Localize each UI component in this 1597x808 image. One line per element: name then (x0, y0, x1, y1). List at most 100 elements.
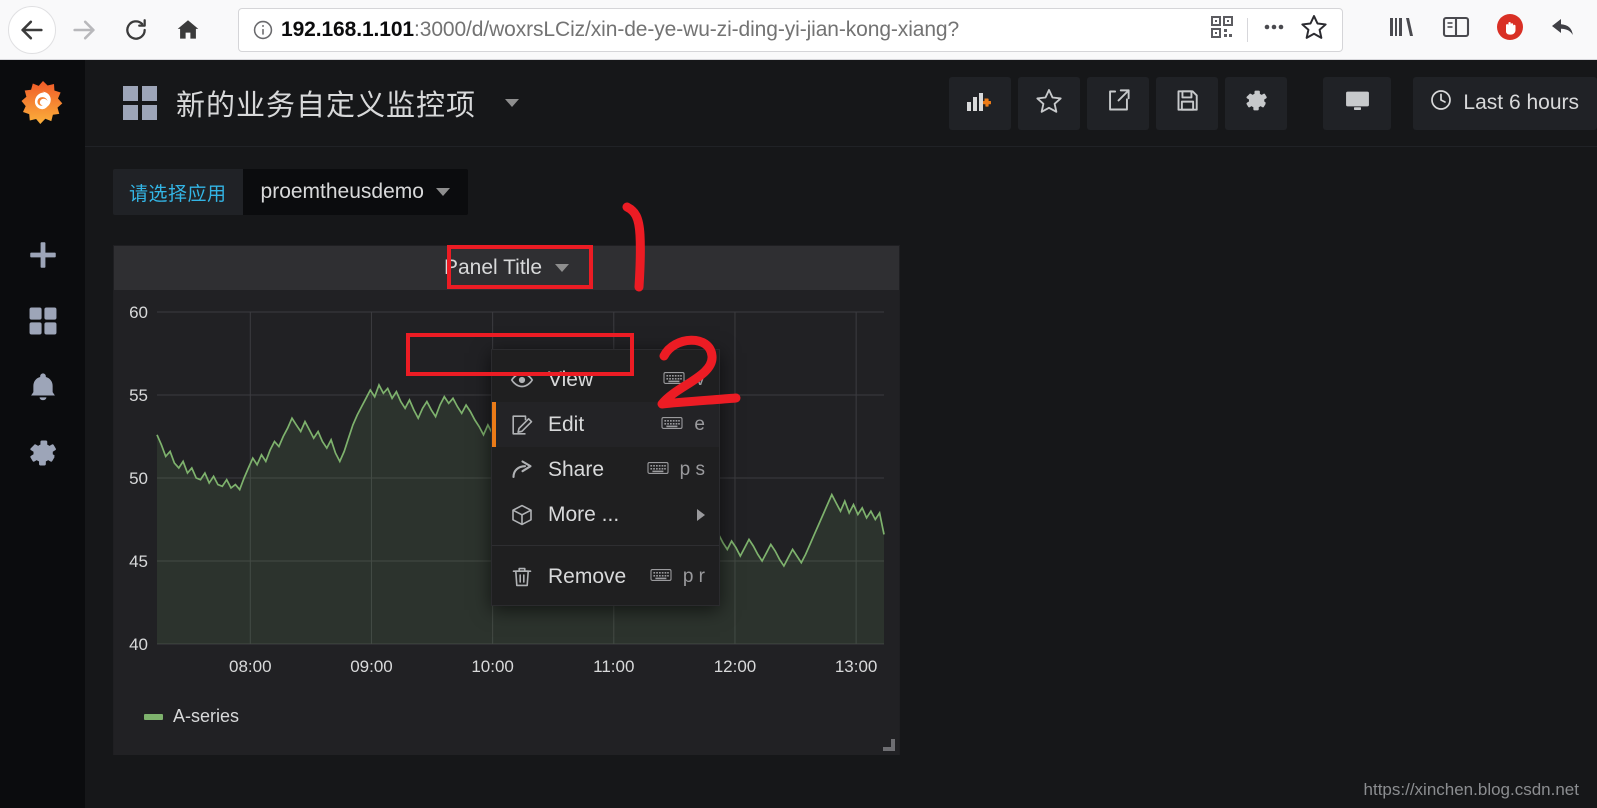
dashboard-settings-button[interactable] (1225, 76, 1288, 130)
dashboard-grid-icon (123, 86, 157, 120)
browser-toolbar: 192.168.1.101:3000/d/woxrsLCiz/xin-de-ye… (0, 0, 1597, 60)
panel-menu-item-share[interactable]: Share p s (492, 447, 719, 492)
y-tick-label: 55 (129, 386, 148, 405)
panel-title: Panel Title (443, 256, 543, 279)
time-range-picker[interactable]: Last 6 hours (1413, 76, 1597, 130)
browser-nav-buttons (0, 5, 212, 54)
x-tick-label: 10:00 (471, 657, 514, 676)
legend-series-label: A-series (173, 706, 240, 726)
dashboard-nav: 新的业务自定义监控项 Last 6 hours (85, 60, 1597, 147)
save-dashboard-button[interactable] (1156, 76, 1219, 130)
annotation-number-2 (657, 335, 741, 409)
add-panel-icon (965, 88, 995, 119)
add-panel-button[interactable] (949, 76, 1012, 130)
grafana-app: 新的业务自定义监控项 Last 6 hours 请选择应用 proemtheus… (0, 60, 1597, 808)
panel-menu-item-remove[interactable]: Remove p r (492, 554, 719, 599)
grafana-logo[interactable] (0, 60, 85, 146)
keyboard-icon (647, 459, 669, 481)
keyboard-icon (650, 566, 672, 588)
sidebar-item-dashboards[interactable] (0, 290, 85, 356)
reload-button[interactable] (112, 6, 160, 54)
shortcut-keys: p r (682, 565, 705, 587)
dashboard-container: 新的业务自定义监控项 Last 6 hours 请选择应用 proemtheus… (85, 60, 1597, 808)
cube-icon (510, 503, 548, 527)
variable-label: 请选择应用 (113, 169, 243, 215)
home-button[interactable] (164, 6, 212, 54)
sidebar-item-alerting[interactable] (0, 356, 85, 422)
browser-extensions (1387, 12, 1597, 47)
undo-arrow-icon[interactable] (1549, 13, 1579, 46)
forward-button (60, 6, 108, 54)
dashboard-submenu: 请选择应用 proemtheusdemo (85, 147, 1597, 215)
clock-icon (1429, 88, 1453, 118)
panel-resize-handle[interactable] (883, 739, 895, 751)
trash-icon (510, 565, 548, 589)
variable-app: 请选择应用 proemtheusdemo (113, 169, 468, 215)
y-tick-label: 45 (129, 552, 148, 571)
panel-header: Panel Title (114, 246, 899, 290)
pencil-edit-icon (510, 413, 548, 437)
panel-menu-item-label: Remove (548, 564, 627, 588)
sidebar-icon[interactable] (1441, 14, 1471, 45)
chevron-down-icon (435, 188, 450, 196)
qr-code-icon[interactable] (1210, 15, 1234, 44)
variable-value-dropdown[interactable]: proemtheusdemo (242, 169, 468, 215)
side-menu (0, 60, 85, 808)
chevron-down-icon (555, 264, 570, 272)
adblock-shield-icon[interactable] (1495, 12, 1525, 47)
share-arrow-icon (510, 458, 548, 482)
bell-icon (26, 370, 60, 409)
monitor-tv-icon (1342, 87, 1373, 120)
y-tick-label: 50 (129, 469, 148, 488)
url-path: :3000/d/woxrsLCiz/xin-de-ye-wu-zi-ding-y… (414, 17, 960, 41)
variable-value-text: proemtheusdemo (260, 180, 424, 203)
panel-menu-item-label: More ... (548, 502, 620, 526)
sidebar-item-create[interactable] (0, 224, 85, 290)
page-title: 新的业务自定义监控项 (176, 90, 477, 122)
url-host: 192.168.1.101 (281, 17, 414, 41)
x-tick-label: 08:00 (229, 657, 272, 676)
shortcut-keys: p s (679, 458, 705, 480)
x-tick-label: 13:00 (835, 657, 878, 676)
panel-title-menu-button[interactable]: Panel Title (431, 250, 582, 286)
y-tick-label: 60 (129, 303, 148, 322)
divider (1247, 17, 1248, 42)
y-axis-tick-labels: 40 45 50 55 60 (129, 303, 148, 654)
address-bar-icons (1210, 13, 1332, 46)
x-axis-tick-labels: 08:00 09:00 10:00 11:00 12:00 13:00 (229, 657, 877, 676)
gear-icon (1243, 87, 1270, 119)
chevron-down-icon[interactable] (505, 99, 520, 107)
ellipsis-icon[interactable] (1261, 15, 1287, 44)
library-icon[interactable] (1387, 13, 1417, 46)
dashboard-title-group[interactable]: 新的业务自定义监控项 (123, 82, 520, 124)
x-tick-label: 11:00 (593, 657, 634, 676)
url-text[interactable]: 192.168.1.101:3000/d/woxrsLCiz/xin-de-ye… (277, 18, 1210, 42)
annotation-number-1 (622, 202, 645, 292)
dashboard-toolbar (949, 76, 1392, 130)
site-info-icon[interactable] (249, 19, 277, 41)
back-button[interactable] (8, 5, 56, 54)
cycle-view-mode-button[interactable] (1323, 76, 1392, 130)
share-icon (1105, 87, 1132, 119)
panel-menu-item-label: Share (548, 457, 605, 481)
plus-icon (26, 238, 60, 277)
panel-menu-shortcut: p r (650, 566, 705, 588)
sidebar-item-configuration[interactable] (0, 422, 85, 488)
panel-menu-item-more[interactable]: More ... (492, 492, 719, 537)
x-tick-label: 12:00 (714, 657, 757, 676)
chart-legend[interactable]: A-series (144, 706, 239, 727)
time-range-label: Last 6 hours (1463, 91, 1579, 114)
address-bar[interactable]: 192.168.1.101:3000/d/woxrsLCiz/xin-de-ye… (238, 7, 1343, 52)
menu-separator (492, 545, 719, 546)
panel-menu-shortcut: p s (647, 459, 705, 481)
share-dashboard-button[interactable] (1087, 76, 1150, 130)
panel-menu-item-label: Edit (548, 412, 585, 436)
watermark-text: https://xinchen.blog.csdn.net (1363, 780, 1579, 799)
star-icon (1035, 87, 1063, 120)
legend-color-swatch (144, 713, 163, 720)
star-dashboard-button[interactable] (1018, 76, 1081, 130)
x-tick-label: 09:00 (350, 657, 393, 676)
y-tick-label: 40 (129, 635, 148, 654)
apps-grid-icon (26, 304, 60, 343)
star-icon[interactable] (1300, 13, 1328, 46)
